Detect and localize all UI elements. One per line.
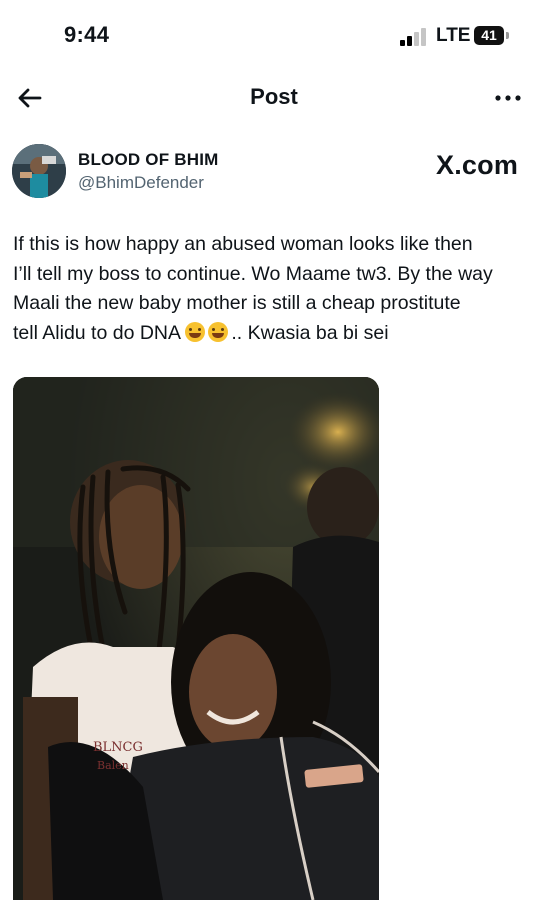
post-line: tell Alidu to do DNA (13, 321, 180, 344)
status-time: 9:44 (64, 22, 110, 47)
post-text: If this is how happy an abused woman loo… (13, 230, 538, 348)
rolling-laughing-emoji (185, 321, 206, 342)
shirt-text: Balen (97, 759, 129, 772)
shirt-text: BLNCG (93, 740, 143, 755)
page-title: Post (250, 84, 298, 109)
post-line: Maali the new baby mother is still a che… (13, 292, 461, 314)
signal-icon (400, 28, 430, 46)
battery-cap (506, 32, 509, 39)
battery-icon: 41 (474, 26, 504, 45)
post-line: If this is how happy an abused woman loo… (13, 233, 473, 255)
x-logo: X.com (436, 150, 519, 180)
post-line-suffix: .. Kwasia ba bi sei (231, 321, 389, 344)
tears-of-joy-emoji (208, 321, 229, 342)
author-handle[interactable]: @BhimDefender (78, 173, 204, 193)
top-nav: Post (0, 72, 548, 124)
network-label: LTE (436, 25, 471, 46)
more-horizontal-icon (495, 95, 521, 101)
status-bar: 9:44 LTE 41 (0, 0, 548, 72)
post-video[interactable]: BLNCG Balen (13, 377, 379, 900)
avatar[interactable] (12, 144, 66, 198)
author-name[interactable]: BLOOD OF BHIM (78, 150, 218, 170)
post-line: I’ll tell my boss to continue. Wo Maame … (13, 262, 493, 285)
post-line-4: tell Alidu to do DNA .. Kwasia ba bi sei (13, 319, 538, 349)
more-button[interactable] (490, 80, 526, 116)
